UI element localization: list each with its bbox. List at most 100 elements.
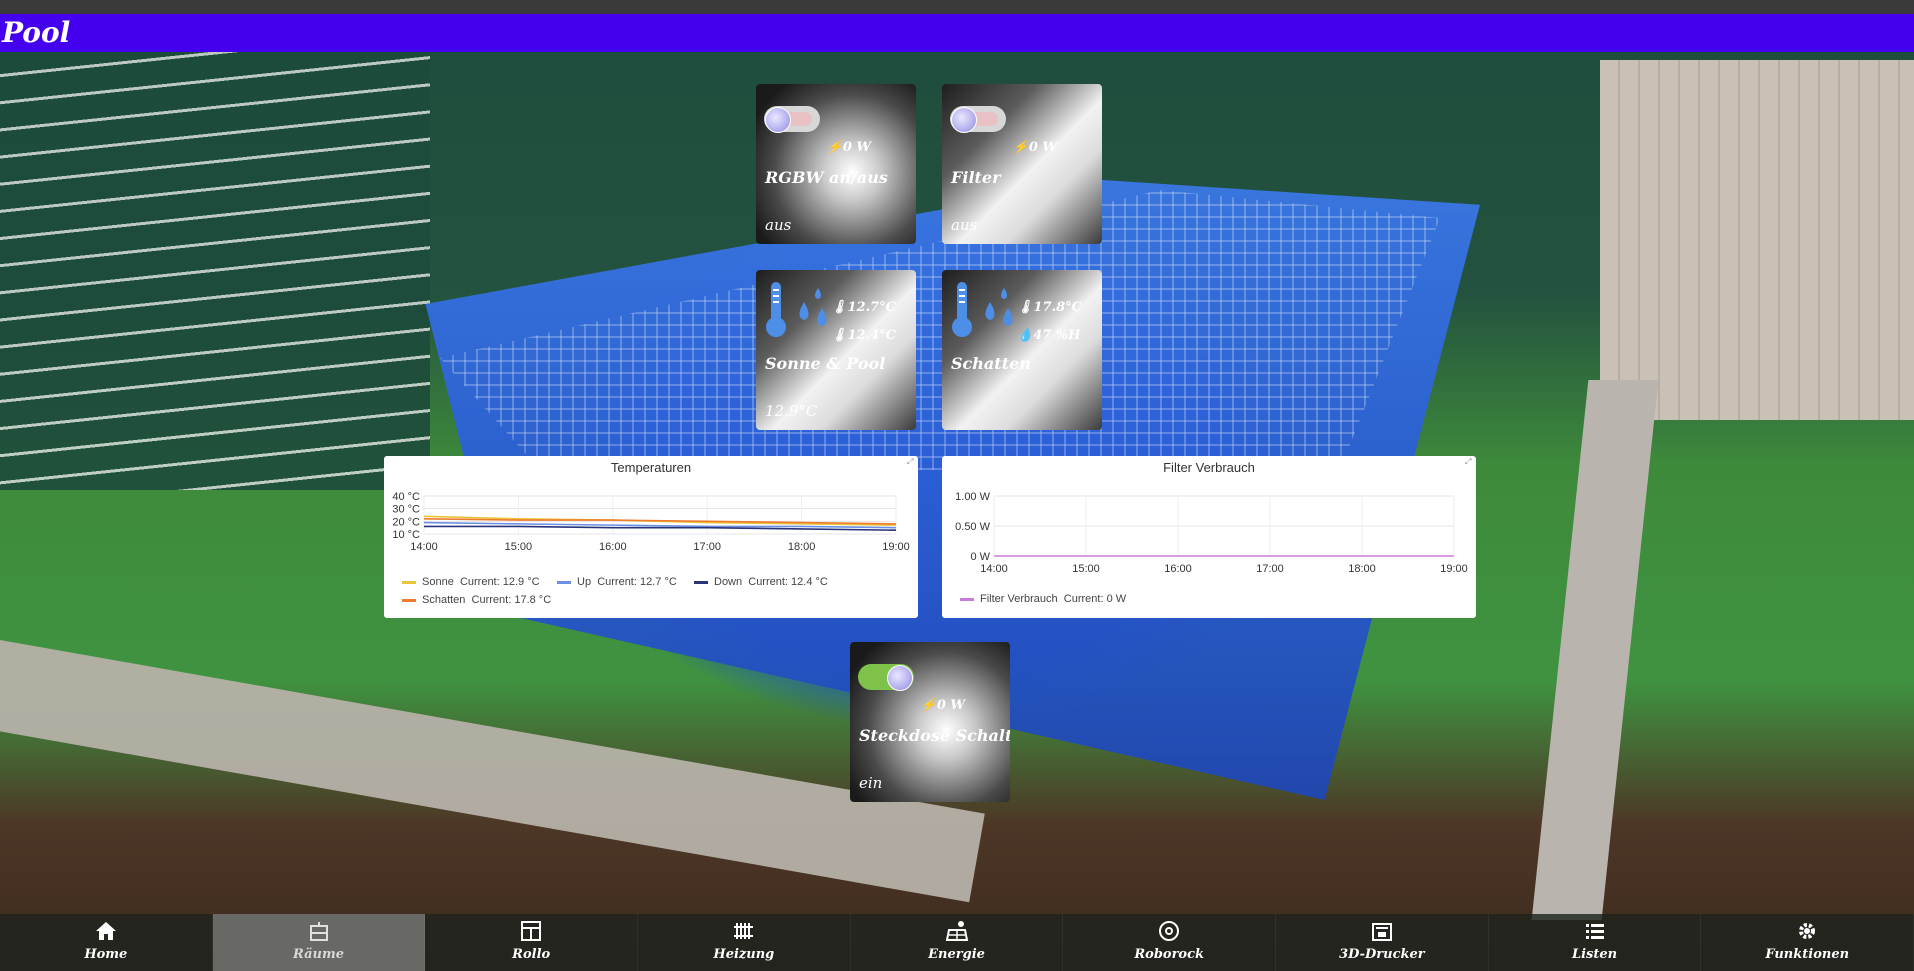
y-tick-label: 10 °C xyxy=(392,529,420,541)
x-tick-label: 16:00 xyxy=(1164,563,1192,575)
x-tick-label: 14:00 xyxy=(980,563,1008,575)
nav-home[interactable]: Home xyxy=(0,914,213,971)
thermometer-small-icon: 🌡 xyxy=(831,328,848,343)
legend-item-filter[interactable]: Filter Verbrauch Current: 0 W xyxy=(960,593,1126,605)
tile-filter[interactable]: ⚡0 W Filter aus xyxy=(942,84,1102,244)
tile-name: Schatten xyxy=(951,354,1031,373)
tile-rgbw[interactable]: ⚡0 W RGBW an/aus aus xyxy=(756,84,916,244)
page-title: Pool xyxy=(2,16,71,49)
y-tick-label: 0 W xyxy=(970,551,990,563)
humidity-reading: 💧47 %H xyxy=(1017,328,1080,343)
nav-raeume[interactable]: Räume xyxy=(212,914,426,971)
legend-name: Down xyxy=(714,576,743,588)
temp-reading-2: 🌡12.4°C xyxy=(831,328,896,343)
nav-label: Räume xyxy=(293,947,345,962)
nav-listen[interactable]: Listen xyxy=(1489,914,1702,971)
chart-filter-verbrauch[interactable]: Filter Verbrauch ⤢ 1.00 W 0.50 W 0 W 14:00 1… xyxy=(942,456,1476,618)
legend-item-sonne[interactable]: Sonne Current: 12.9 °C xyxy=(402,576,540,588)
temp-value: 17.8°C xyxy=(1033,300,1083,315)
nav-label: Energie xyxy=(928,947,985,962)
y-tick-label: 0.50 W xyxy=(955,521,990,533)
legend-swatch xyxy=(557,580,571,584)
power-readout: ⚡0 W xyxy=(1013,140,1057,155)
rooms-icon xyxy=(309,922,328,941)
toggle-knob[interactable] xyxy=(887,665,913,691)
x-tick-label: 18:00 xyxy=(788,541,816,553)
nav-label: Home xyxy=(84,947,128,962)
gear-icon xyxy=(1799,923,1816,939)
legend-name: Filter Verbrauch xyxy=(980,593,1058,605)
legend-swatch xyxy=(694,580,708,584)
nav-3d-drucker[interactable]: 3D-Drucker xyxy=(1276,914,1489,971)
x-tick-label: 19:00 xyxy=(1440,563,1468,575)
toggle-knob[interactable] xyxy=(765,107,791,133)
chart-temperaturen[interactable]: Temperaturen ⤢ 40 °C 30 °C 20 °C 10 °C 14:00… xyxy=(384,456,918,618)
x-tick-label: 14:00 xyxy=(410,541,438,553)
legend-name: Sonne xyxy=(422,576,454,588)
tile-steckdose[interactable]: ⚡0 W Steckdose Schalter ein xyxy=(850,642,1010,802)
rgbw-toggle[interactable] xyxy=(764,106,820,133)
thermometer-icon xyxy=(952,282,972,337)
x-tick-label: 15:00 xyxy=(1072,563,1100,575)
list-icon xyxy=(1585,924,1604,939)
nav-funktionen[interactable]: Funktionen xyxy=(1701,914,1914,971)
nav-label: 3D-Drucker xyxy=(1339,947,1425,962)
water-drops-icon xyxy=(985,288,1013,326)
y-tick-label: 20 °C xyxy=(392,516,420,528)
nav-roborock[interactable]: Roborock xyxy=(1063,914,1277,971)
chart-title: Temperaturen xyxy=(610,460,692,475)
nav-label: Funktionen xyxy=(1765,947,1850,962)
header-bar: Pool xyxy=(0,14,1914,52)
legend-item-down[interactable]: Down Current: 12.4 °C xyxy=(694,576,828,588)
filter-toggle[interactable] xyxy=(950,106,1006,133)
legend-item-up[interactable]: Up Current: 12.7 °C xyxy=(557,576,677,588)
nav-label: Listen xyxy=(1571,947,1618,962)
window-icon xyxy=(521,921,542,941)
bolt-icon: ⚡ xyxy=(1012,140,1029,155)
home-icon xyxy=(95,922,116,940)
steckdose-toggle[interactable] xyxy=(858,664,914,691)
x-tick-label: 16:00 xyxy=(599,541,627,553)
expand-icon[interactable]: ⤢ xyxy=(1465,458,1473,466)
toggle-knob[interactable] xyxy=(951,107,977,133)
power-readout: ⚡0 W xyxy=(827,140,871,155)
water-drops-icon xyxy=(799,288,827,326)
nav-rollo[interactable]: Rollo xyxy=(425,914,639,971)
tile-name: Steckdose Schalter xyxy=(859,726,1010,745)
power-value: 0 W xyxy=(842,140,871,155)
x-tick-label: 15:00 xyxy=(505,541,533,553)
humidity-value: 47 %H xyxy=(1033,328,1081,343)
bolt-icon: ⚡ xyxy=(826,140,843,155)
temp-reading-1: 🌡12.7°C xyxy=(831,300,896,315)
nav-label: Heizung xyxy=(713,947,775,962)
nav-heizung[interactable]: Heizung xyxy=(638,914,851,971)
temp-reading: 🌡17.8°C xyxy=(1017,300,1082,315)
legend-name: Up xyxy=(577,576,592,588)
printer-icon xyxy=(1371,923,1392,941)
tile-state: aus xyxy=(951,216,978,234)
power-readout: ⚡0 W xyxy=(921,698,965,713)
thermometer-small-icon: 🌡 xyxy=(1017,300,1034,315)
temp-value: 12.4°C xyxy=(847,328,897,343)
radiator-icon xyxy=(733,923,753,939)
tile-name: Filter xyxy=(951,168,1001,187)
legend-current: Current: 0 W xyxy=(1063,593,1127,605)
expand-icon[interactable]: ⤢ xyxy=(907,458,915,466)
legend-item-schatten[interactable]: Schatten Current: 17.8 °C xyxy=(402,594,551,606)
chart-title: Filter Verbrauch xyxy=(1163,460,1255,475)
humidity-drop-icon: 💧 xyxy=(1017,328,1034,343)
tile-sonne-pool[interactable]: 🌡12.7°C 🌡12.4°C Sonne & Pool 12.9°C xyxy=(756,270,916,430)
bottom-navbar: Home Räume Rollo Heizung Energie Roboroc… xyxy=(0,914,1914,971)
background-curb xyxy=(1531,380,1659,920)
legend-current: Current: 12.9 °C xyxy=(459,576,540,588)
y-tick-label: 1.00 W xyxy=(955,491,990,503)
legend-current: Current: 17.8 °C xyxy=(471,594,552,606)
top-strip xyxy=(0,0,1914,14)
legend-current: Current: 12.7 °C xyxy=(597,576,677,588)
thermometer-small-icon: 🌡 xyxy=(831,300,848,315)
power-value: 0 W xyxy=(1028,140,1057,155)
tile-schatten[interactable]: 🌡17.8°C 💧47 %H Schatten xyxy=(942,270,1102,430)
nav-energie[interactable]: Energie xyxy=(851,914,1064,971)
tile-name: Sonne & Pool xyxy=(765,354,886,373)
tile-state: ein xyxy=(859,774,883,792)
